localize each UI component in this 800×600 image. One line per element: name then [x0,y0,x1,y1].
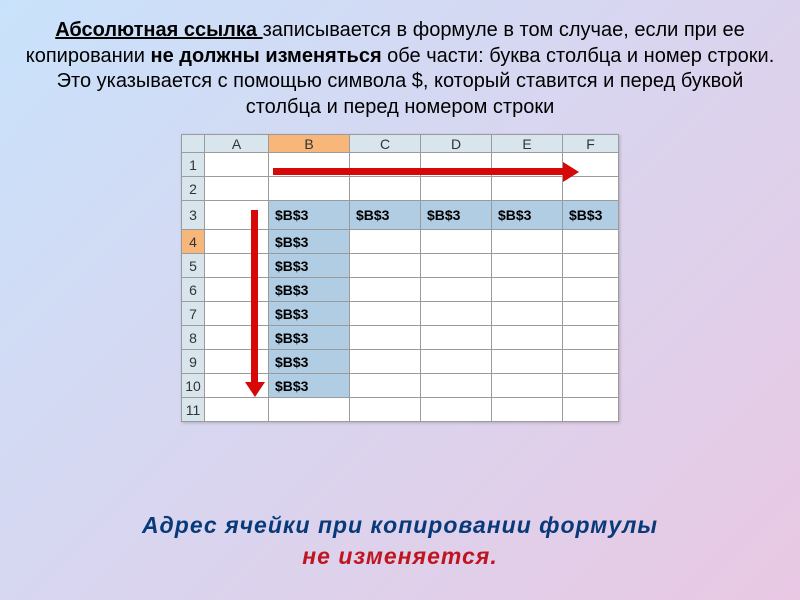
row-7: 7 $B$3 [182,302,619,326]
col-header: C [350,135,421,153]
footer-text: Адрес ячейки при копировании формулы не … [142,510,658,572]
row-4: 4 $B$3 [182,230,619,254]
row-header: 5 [182,254,205,278]
slide: Абсолютная ссылка записывается в формуле… [0,0,800,600]
title-link: Абсолютная ссылка [55,19,262,41]
row-header: 11 [182,398,205,422]
cell: $B$3 [269,201,350,230]
cell: $B$3 [269,230,350,254]
row-11: 11 [182,398,619,422]
footer-line-2: не изменяется. [302,543,497,569]
row-5: 5 $B$3 [182,254,619,278]
col-header: D [421,135,492,153]
row-header: 6 [182,278,205,302]
row-2: 2 [182,177,619,201]
cell: $B$3 [350,201,421,230]
row-header: 9 [182,350,205,374]
cell: $B$3 [269,374,350,398]
col-header: E [492,135,563,153]
footer-line-1: Адрес ячейки при копировании формулы [142,512,658,538]
cell: $B$3 [269,326,350,350]
cell: $B$3 [269,350,350,374]
cell: $B$3 [492,201,563,230]
row-header: 8 [182,326,205,350]
row-header: 4 [182,230,205,254]
row-9: 9 $B$3 [182,350,619,374]
para-bold: не должны изменяться [151,45,382,67]
description-paragraph: Абсолютная ссылка записывается в формуле… [22,18,778,120]
corner-cell [182,135,205,153]
cell: $B$3 [563,201,619,230]
row-header: 7 [182,302,205,326]
row-header: 10 [182,374,205,398]
col-header: F [563,135,619,153]
arrow-right-icon [273,168,563,175]
cell: $B$3 [269,278,350,302]
arrow-down-icon [251,210,258,382]
col-header-row: A B C D E F [182,135,619,153]
row-header: 2 [182,177,205,201]
cell: $B$3 [269,302,350,326]
sheet-table: A B C D E F 1 2 3 $B$3 $B$3 $B$3 $B [181,134,619,422]
cell: $B$3 [269,254,350,278]
cell: $B$3 [421,201,492,230]
row-header: 3 [182,201,205,230]
row-8: 8 $B$3 [182,326,619,350]
spreadsheet: A B C D E F 1 2 3 $B$3 $B$3 $B$3 $B [181,134,619,422]
row-header: 1 [182,153,205,177]
col-header: B [269,135,350,153]
row-6: 6 $B$3 [182,278,619,302]
row-3: 3 $B$3 $B$3 $B$3 $B$3 $B$3 [182,201,619,230]
col-header: A [205,135,269,153]
